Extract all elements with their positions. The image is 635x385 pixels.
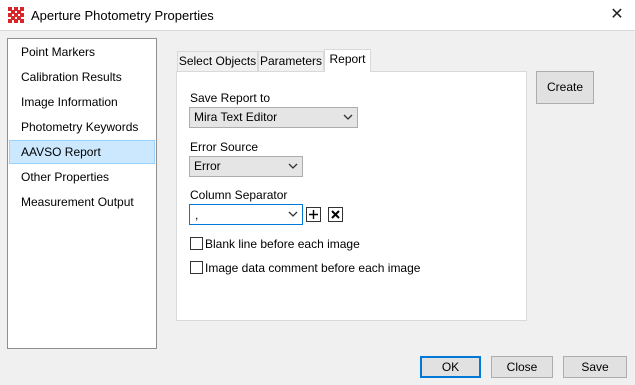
delete-separator-button[interactable] <box>328 207 343 222</box>
save-button[interactable]: Save <box>563 356 627 378</box>
error-source-dropdown[interactable]: Error <box>189 156 303 177</box>
sidebar-item-image-information[interactable]: Image Information <box>9 90 155 114</box>
add-separator-button[interactable] <box>306 207 321 222</box>
window-title: Aperture Photometry Properties <box>31 8 214 23</box>
error-source-label: Error Source <box>190 140 259 154</box>
tab-select-objects[interactable]: Select Objects <box>177 51 258 72</box>
save-report-dropdown[interactable]: Mira Text Editor <box>189 107 358 128</box>
error-source-value: Error <box>194 159 221 173</box>
close-icon[interactable]: ✕ <box>606 5 628 25</box>
plus-icon <box>309 210 318 219</box>
tab-report[interactable]: Report <box>324 49 371 72</box>
column-separator-combobox[interactable]: , <box>189 204 303 225</box>
sidebar-item-other-properties[interactable]: Other Properties <box>9 165 155 189</box>
sidebar: Point Markers Calibration Results Image … <box>7 38 157 349</box>
mira-grid-icon <box>8 7 24 23</box>
sidebar-item-aavso-report[interactable]: AAVSO Report <box>9 140 155 164</box>
tab-parameters[interactable]: Parameters <box>258 51 324 72</box>
save-report-label: Save Report to <box>190 91 271 105</box>
close-button[interactable]: Close <box>491 356 553 378</box>
sidebar-item-point-markers[interactable]: Point Markers <box>9 40 155 64</box>
chevron-down-icon <box>343 114 353 120</box>
image-comment-label[interactable]: Image data comment before each image <box>205 261 420 275</box>
create-button[interactable]: Create <box>536 71 594 104</box>
sidebar-item-measurement-output[interactable]: Measurement Output <box>9 190 155 214</box>
chevron-down-icon <box>288 163 298 169</box>
blank-line-label[interactable]: Blank line before each image <box>205 237 360 251</box>
column-separator-value: , <box>195 208 199 222</box>
x-box-icon <box>331 210 340 219</box>
column-separator-label: Column Separator <box>190 188 288 202</box>
ok-button[interactable]: OK <box>420 356 481 378</box>
chevron-down-icon[interactable] <box>288 211 298 217</box>
sidebar-item-calibration-results[interactable]: Calibration Results <box>9 65 155 89</box>
image-comment-checkbox[interactable] <box>190 261 203 274</box>
sidebar-item-photometry-keywords[interactable]: Photometry Keywords <box>9 115 155 139</box>
save-report-value: Mira Text Editor <box>194 110 278 124</box>
blank-line-checkbox[interactable] <box>190 237 203 250</box>
title-bar: Aperture Photometry Properties ✕ <box>0 0 635 31</box>
